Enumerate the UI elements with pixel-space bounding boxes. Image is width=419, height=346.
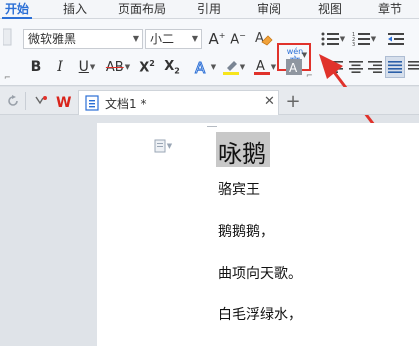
document-tab-title: 文档1 * (105, 97, 147, 111)
poem-line-1[interactable]: 鹅鹅鹅， (218, 221, 274, 241)
margin-mark (207, 126, 217, 127)
wps-logo-icon[interactable]: W (56, 93, 74, 109)
new-tab-button[interactable]: + (284, 90, 302, 112)
document-tab-bar: W 文档1 * ✕ + (0, 87, 419, 115)
divider (25, 92, 26, 110)
poem-line-2[interactable]: 曲项向天歌。 (218, 263, 302, 283)
document-tab[interactable]: 文档1 * ✕ (78, 90, 279, 115)
refresh-icon[interactable] (6, 94, 20, 108)
plus-icon: + (285, 90, 301, 112)
poem-line-3[interactable]: 白毛浮绿水， (218, 304, 302, 324)
quick-access-menu-icon[interactable] (33, 94, 49, 108)
close-tab-icon[interactable]: ✕ (264, 94, 275, 109)
poem-author[interactable]: 骆宾王 (218, 179, 260, 199)
word-document-icon (85, 95, 99, 111)
poem-title[interactable]: 咏鹅 (218, 134, 266, 169)
page-layout-icon[interactable]: ▼ (150, 138, 176, 154)
svg-text:W: W (56, 95, 71, 108)
